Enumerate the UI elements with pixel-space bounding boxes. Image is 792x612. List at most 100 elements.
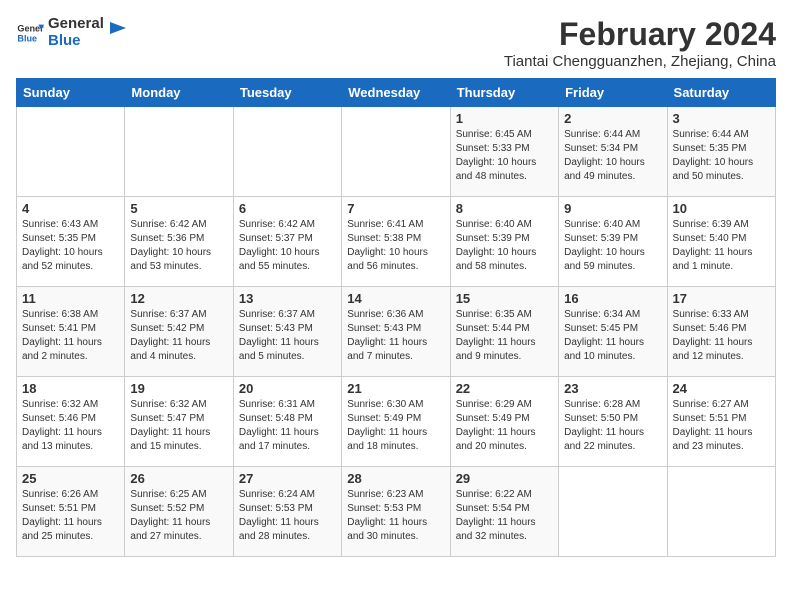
day-info: Sunrise: 6:31 AM Sunset: 5:48 PM Dayligh… [239,398,336,454]
calendar-table: SundayMondayTuesdayWednesdayThursdayFrid… [16,78,776,557]
logo-icon: General Blue [16,19,44,47]
day-info: Sunrise: 6:34 AM Sunset: 5:45 PM Dayligh… [564,308,661,364]
day-number: 6 [239,201,336,216]
day-info: Sunrise: 6:45 AM Sunset: 5:33 PM Dayligh… [456,128,553,184]
day-info: Sunrise: 6:42 AM Sunset: 5:37 PM Dayligh… [239,218,336,274]
day-info: Sunrise: 6:43 AM Sunset: 5:35 PM Dayligh… [22,218,119,274]
day-info: Sunrise: 6:39 AM Sunset: 5:40 PM Dayligh… [673,218,770,274]
day-number: 7 [347,201,444,216]
day-info: Sunrise: 6:22 AM Sunset: 5:54 PM Dayligh… [456,488,553,544]
day-info: Sunrise: 6:37 AM Sunset: 5:43 PM Dayligh… [239,308,336,364]
day-number: 24 [673,381,770,396]
calendar-cell: 28 Sunrise: 6:23 AM Sunset: 5:53 PM Dayli… [342,467,450,557]
calendar-cell: 6 Sunrise: 6:42 AM Sunset: 5:37 PM Daylig… [233,197,341,287]
day-number: 26 [130,471,227,486]
day-number: 17 [673,291,770,306]
calendar-cell: 10 Sunrise: 6:39 AM Sunset: 5:40 PM Dayli… [667,197,775,287]
day-info: Sunrise: 6:41 AM Sunset: 5:38 PM Dayligh… [347,218,444,274]
calendar-cell: 7 Sunrise: 6:41 AM Sunset: 5:38 PM Daylig… [342,197,450,287]
day-number: 9 [564,201,661,216]
calendar-cell: 19 Sunrise: 6:32 AM Sunset: 5:47 PM Dayli… [125,377,233,467]
calendar-cell: 15Sunrise: 6:35 AM Sunset: 5:44 PM Dayli… [450,287,558,377]
logo-blue: Blue [48,33,104,50]
calendar-cell [125,107,233,197]
day-info: Sunrise: 6:32 AM Sunset: 5:47 PM Dayligh… [130,398,227,454]
calendar-cell: 16 Sunrise: 6:34 AM Sunset: 5:45 PM Dayli… [559,287,667,377]
day-info: Sunrise: 6:27 AM Sunset: 5:51 PM Dayligh… [673,398,770,454]
calendar-cell: 20 Sunrise: 6:31 AM Sunset: 5:48 PM Dayli… [233,377,341,467]
day-number: 19 [130,381,227,396]
day-number: 4 [22,201,119,216]
calendar-header-sunday: Sunday [17,79,125,107]
calendar-cell [17,107,125,197]
logo-flag-icon [108,22,126,44]
day-number: 18 [22,381,119,396]
day-info: Sunrise: 6:30 AM Sunset: 5:49 PM Dayligh… [347,398,444,454]
calendar-cell: 29 Sunrise: 6:22 AM Sunset: 5:54 PM Dayli… [450,467,558,557]
day-number: 28 [347,471,444,486]
calendar-cell: 13 Sunrise: 6:37 AM Sunset: 5:43 PM Dayli… [233,287,341,377]
calendar-header-friday: Friday [559,79,667,107]
page-title: February 2024 [504,16,776,53]
calendar-header-monday: Monday [125,79,233,107]
day-info: Sunrise: 6:28 AM Sunset: 5:50 PM Dayligh… [564,398,661,454]
day-info: Sunrise: 6:23 AM Sunset: 5:53 PM Dayligh… [347,488,444,544]
calendar-header-thursday: Thursday [450,79,558,107]
calendar-cell: 12 Sunrise: 6:37 AM Sunset: 5:42 PM Dayli… [125,287,233,377]
day-number: 2 [564,111,661,126]
day-info: Sunrise: 6:44 AM Sunset: 5:34 PM Dayligh… [564,128,661,184]
calendar-cell: 14 Sunrise: 6:36 AM Sunset: 5:43 PM Dayli… [342,287,450,377]
calendar-week-row: 18 Sunrise: 6:32 AM Sunset: 5:46 PM Dayli… [17,377,776,467]
calendar-cell: 5Sunrise: 6:42 AM Sunset: 5:36 PM Daylig… [125,197,233,287]
day-info: Sunrise: 6:38 AM Sunset: 5:41 PM Dayligh… [22,308,119,364]
page-subtitle: Tiantai Chengguanzhen, Zhejiang, China [504,53,776,70]
day-number: 13 [239,291,336,306]
page-header: General Blue General Blue February 2024 … [16,16,776,70]
calendar-cell: 25 Sunrise: 6:26 AM Sunset: 5:51 PM Dayli… [17,467,125,557]
day-info: Sunrise: 6:24 AM Sunset: 5:53 PM Dayligh… [239,488,336,544]
day-info: Sunrise: 6:37 AM Sunset: 5:42 PM Dayligh… [130,308,227,364]
day-number: 12 [130,291,227,306]
calendar-cell: 21 Sunrise: 6:30 AM Sunset: 5:49 PM Dayli… [342,377,450,467]
day-info: Sunrise: 6:32 AM Sunset: 5:46 PM Dayligh… [22,398,119,454]
calendar-cell: 9 Sunrise: 6:40 AM Sunset: 5:39 PM Daylig… [559,197,667,287]
calendar-cell: 18 Sunrise: 6:32 AM Sunset: 5:46 PM Dayli… [17,377,125,467]
title-block: February 2024 Tiantai Chengguanzhen, Zhe… [504,16,776,70]
calendar-cell [667,467,775,557]
svg-text:Blue: Blue [17,33,37,43]
day-number: 16 [564,291,661,306]
calendar-header-wednesday: Wednesday [342,79,450,107]
calendar-cell: 2 Sunrise: 6:44 AM Sunset: 5:34 PM Daylig… [559,107,667,197]
day-number: 29 [456,471,553,486]
calendar-cell: 27 Sunrise: 6:24 AM Sunset: 5:53 PM Dayli… [233,467,341,557]
day-info: Sunrise: 6:44 AM Sunset: 5:35 PM Dayligh… [673,128,770,184]
day-number: 23 [564,381,661,396]
calendar-header-tuesday: Tuesday [233,79,341,107]
calendar-cell: 26 Sunrise: 6:25 AM Sunset: 5:52 PM Dayli… [125,467,233,557]
calendar-header-saturday: Saturday [667,79,775,107]
calendar-cell [342,107,450,197]
day-number: 25 [22,471,119,486]
day-info: Sunrise: 6:33 AM Sunset: 5:46 PM Dayligh… [673,308,770,364]
calendar-week-row: 4 Sunrise: 6:43 AM Sunset: 5:35 PM Daylig… [17,197,776,287]
calendar-week-row: 25 Sunrise: 6:26 AM Sunset: 5:51 PM Dayli… [17,467,776,557]
day-info: Sunrise: 6:26 AM Sunset: 5:51 PM Dayligh… [22,488,119,544]
calendar-week-row: 1Sunrise: 6:45 AM Sunset: 5:33 PM Daylig… [17,107,776,197]
day-number: 22 [456,381,553,396]
day-number: 10 [673,201,770,216]
logo-general: General [48,16,104,33]
day-number: 20 [239,381,336,396]
day-info: Sunrise: 6:25 AM Sunset: 5:52 PM Dayligh… [130,488,227,544]
day-info: Sunrise: 6:40 AM Sunset: 5:39 PM Dayligh… [564,218,661,274]
day-number: 27 [239,471,336,486]
calendar-cell: 4 Sunrise: 6:43 AM Sunset: 5:35 PM Daylig… [17,197,125,287]
calendar-cell: 11Sunrise: 6:38 AM Sunset: 5:41 PM Dayli… [17,287,125,377]
day-number: 14 [347,291,444,306]
day-info: Sunrise: 6:42 AM Sunset: 5:36 PM Dayligh… [130,218,227,274]
day-number: 21 [347,381,444,396]
day-number: 8 [456,201,553,216]
calendar-cell: 24 Sunrise: 6:27 AM Sunset: 5:51 PM Dayli… [667,377,775,467]
calendar-body: 1Sunrise: 6:45 AM Sunset: 5:33 PM Daylig… [17,107,776,557]
day-number: 15 [456,291,553,306]
day-info: Sunrise: 6:36 AM Sunset: 5:43 PM Dayligh… [347,308,444,364]
